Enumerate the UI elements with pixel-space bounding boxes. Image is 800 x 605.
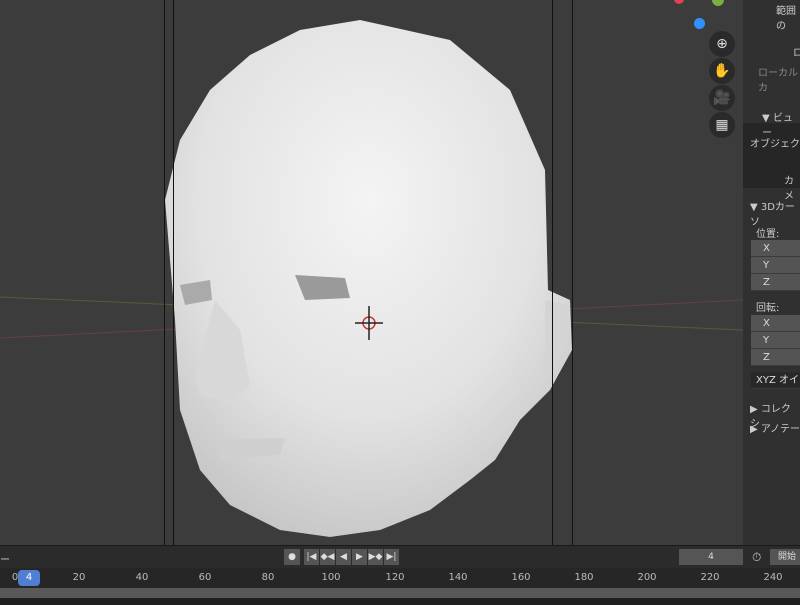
rotation-label: 回転:	[756, 303, 780, 314]
local-camera-label: ローカルカ	[758, 68, 798, 94]
play-reverse-button[interactable]: ◀	[336, 549, 351, 565]
tick-label: 100	[321, 572, 341, 583]
local-label: ロ	[793, 48, 800, 59]
rotation-mode-dropdown[interactable]: XYZ オイラ	[751, 372, 800, 389]
location-y-field[interactable]: Y	[751, 257, 800, 274]
jump-start-button[interactable]: |◀	[304, 549, 319, 565]
tick-label: 140	[448, 572, 468, 583]
play-button[interactable]: ▶	[352, 549, 367, 565]
tick-label: 240	[763, 572, 783, 583]
camera-frame-line	[173, 0, 174, 545]
stopwatch-icon[interactable]: ⏱	[752, 550, 761, 565]
location-x-field[interactable]: X	[751, 240, 800, 257]
camera-frame-line	[552, 0, 553, 545]
tick-label: 200	[637, 572, 657, 583]
zoom-icon[interactable]: ⊕	[709, 31, 735, 57]
camera-frame-line	[164, 0, 165, 545]
rotation-x-field[interactable]: X	[751, 315, 800, 332]
gizmo-z-axis[interactable]	[694, 18, 705, 29]
rotation-z-field[interactable]: Z	[751, 349, 800, 366]
3d-cursor-section[interactable]: ▼ 3Dカーソ	[750, 198, 800, 228]
prev-keyframe-button[interactable]: ◆◀	[320, 549, 335, 565]
grid-ortho-icon[interactable]: ▦	[709, 112, 735, 138]
location-label: 位置:	[756, 229, 780, 240]
current-frame-field[interactable]: 4	[679, 549, 743, 565]
annotation-section[interactable]: ▶ アノテー	[750, 420, 800, 435]
timeline-ruler[interactable]: 0 20 40 60 80 100 120 140 160 180 200 22…	[0, 568, 800, 588]
timeline-header: ー ● |◀ ◆◀ ◀ ▶ ▶◆ ▶| 4 ⏱ 開始	[0, 545, 800, 568]
next-keyframe-button[interactable]: ▶◆	[368, 549, 383, 565]
playhead[interactable]: 4	[18, 570, 40, 586]
record-button[interactable]: ●	[284, 549, 300, 565]
jump-end-button[interactable]: ▶|	[384, 549, 399, 565]
tick-label: 20	[72, 572, 86, 583]
head-mesh	[0, 20, 743, 537]
3d-viewport[interactable]: ⊕ ✋ 🎥 ▦	[0, 0, 743, 545]
status-bar	[0, 598, 800, 605]
rotation-y-field[interactable]: Y	[751, 332, 800, 349]
tick-label: 160	[511, 572, 531, 583]
hand-pan-icon[interactable]: ✋	[709, 58, 735, 84]
tick-label: 40	[135, 572, 149, 583]
timeline-scrollbar[interactable]	[0, 588, 800, 598]
tick-label: 220	[700, 572, 720, 583]
location-z-field[interactable]: Z	[751, 274, 800, 291]
camera-icon[interactable]: 🎥	[709, 85, 735, 111]
range-label: 範囲の	[776, 6, 796, 32]
object-label: オブジェク	[750, 139, 800, 150]
editor-label: ー	[0, 555, 10, 566]
tick-label: 80	[261, 572, 275, 583]
start-frame-field[interactable]: 開始	[770, 549, 800, 565]
tick-label: 120	[385, 572, 405, 583]
tick-label: 180	[574, 572, 594, 583]
tick-label: 60	[198, 572, 212, 583]
camera-frame-line	[572, 0, 573, 545]
